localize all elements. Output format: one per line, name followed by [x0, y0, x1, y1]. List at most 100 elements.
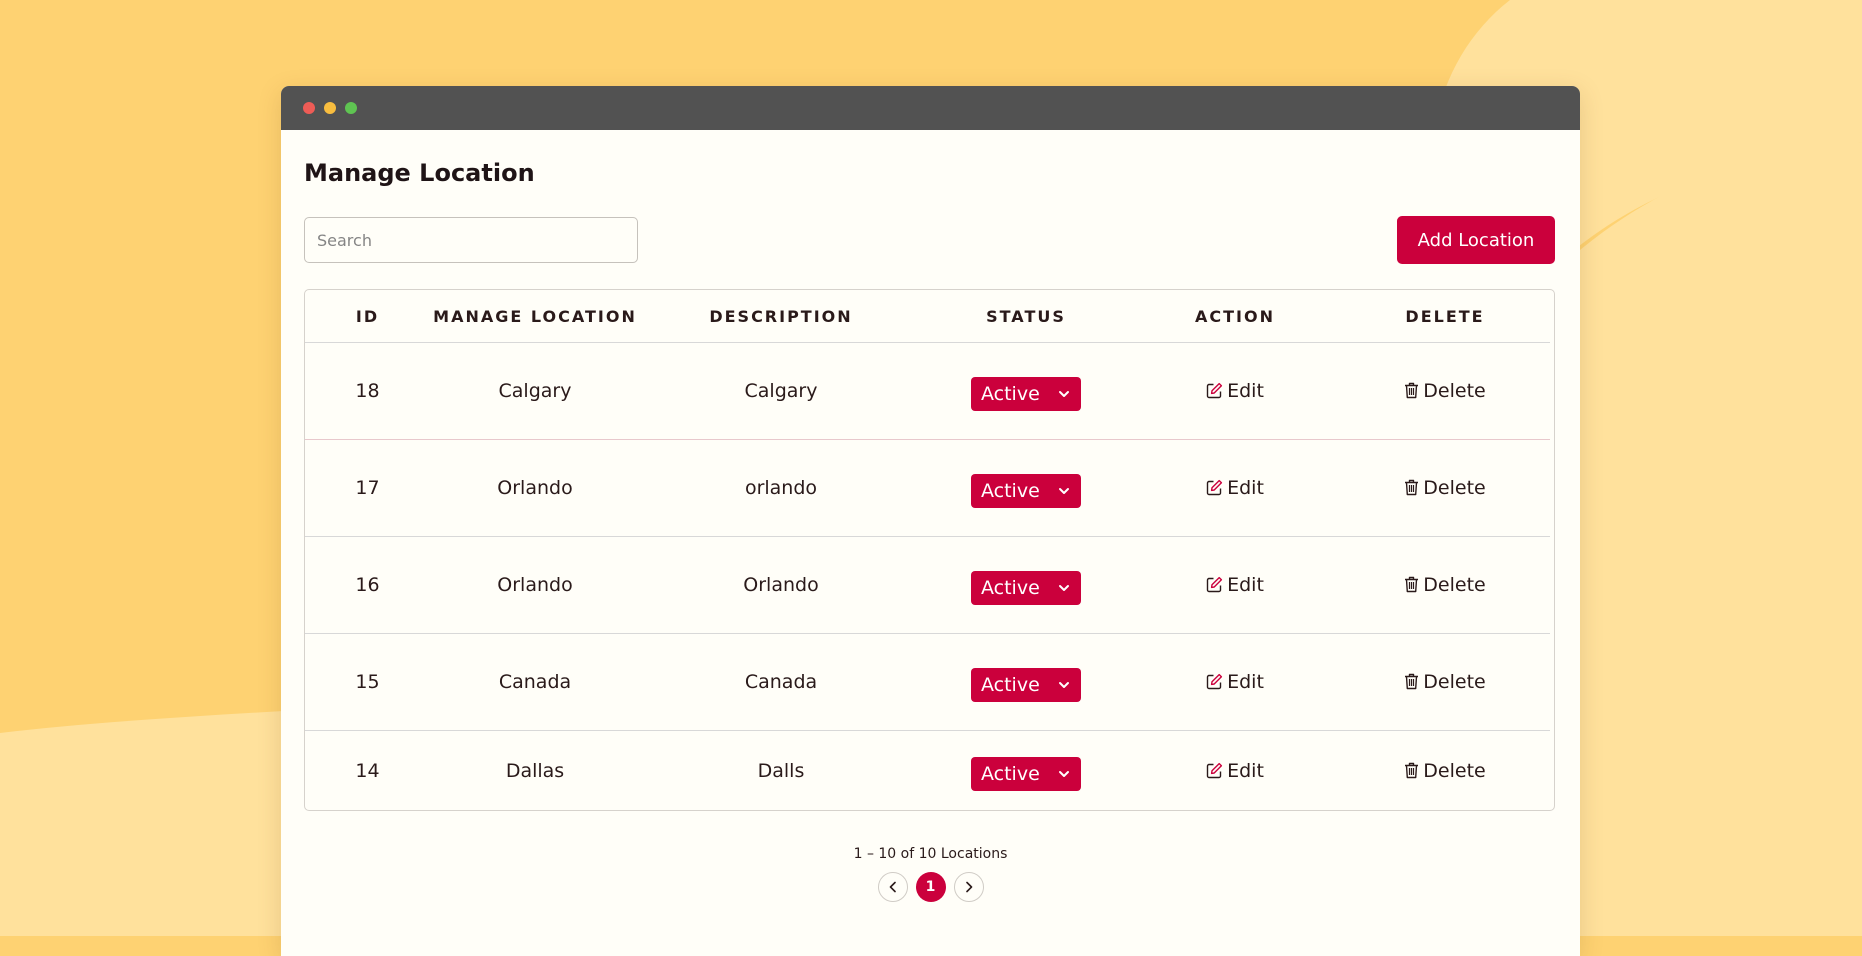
cell-delete: Delete	[1340, 731, 1550, 811]
column-header-action: ACTION	[1130, 290, 1340, 343]
edit-icon	[1206, 383, 1223, 399]
edit-icon	[1206, 480, 1223, 496]
chevron-down-icon	[1059, 585, 1069, 591]
edit-icon	[1206, 577, 1223, 593]
edit-icon	[1206, 674, 1223, 690]
cell-status: Active	[922, 536, 1130, 634]
delete-button[interactable]: Delete	[1404, 759, 1486, 782]
cell-description: Orlando	[640, 536, 922, 634]
cell-id: 17	[305, 439, 430, 537]
cell-action: Edit	[1130, 633, 1340, 731]
maximize-window-dot[interactable]	[345, 102, 357, 114]
table-header-row: ID MANAGE LOCATION DESCRIPTION STATUS AC…	[305, 290, 1550, 343]
edit-label: Edit	[1227, 573, 1264, 596]
status-dropdown[interactable]: Active	[971, 668, 1081, 702]
trash-icon	[1405, 480, 1419, 496]
cell-id: 15	[305, 633, 430, 731]
cell-id: 18	[305, 342, 430, 440]
cell-delete: Delete	[1340, 633, 1550, 731]
cell-location: Calgary	[430, 342, 640, 440]
trash-icon	[1405, 763, 1419, 779]
cell-status: Active	[922, 731, 1130, 811]
cell-status: Active	[922, 342, 1130, 440]
cell-location: Canada	[430, 633, 640, 731]
table-row: 16 Orlando Orlando Active Edit Delete	[305, 536, 1550, 634]
edit-icon	[1206, 763, 1223, 779]
delete-button[interactable]: Delete	[1404, 379, 1486, 402]
status-value: Active	[981, 383, 1040, 405]
trash-icon	[1405, 674, 1419, 690]
delete-button[interactable]: Delete	[1404, 573, 1486, 596]
table-row: 17 Orlando orlando Active Edit Delete	[305, 439, 1550, 537]
cell-action: Edit	[1130, 439, 1340, 537]
edit-label: Edit	[1227, 670, 1264, 693]
chevron-down-icon	[1059, 771, 1069, 777]
edit-button[interactable]: Edit	[1206, 380, 1264, 402]
delete-button[interactable]: Delete	[1404, 670, 1486, 693]
delete-label: Delete	[1423, 573, 1486, 596]
cell-action: Edit	[1130, 536, 1340, 634]
chevron-down-icon	[1059, 391, 1069, 397]
delete-button[interactable]: Delete	[1404, 476, 1486, 499]
add-location-button[interactable]: Add Location	[1397, 216, 1555, 264]
column-header-delete: DELETE	[1340, 290, 1550, 343]
table-row: 15 Canada Canada Active Edit Delete	[305, 633, 1550, 731]
cell-description: Canada	[640, 633, 922, 731]
page-1-button[interactable]: 1	[915, 872, 946, 902]
chevron-down-icon	[1059, 682, 1069, 688]
cell-delete: Delete	[1340, 439, 1550, 537]
column-header-location: MANAGE LOCATION	[430, 290, 640, 343]
cell-description: Calgary	[640, 342, 922, 440]
cell-location: Orlando	[430, 536, 640, 634]
next-page-button[interactable]	[953, 872, 984, 902]
status-value: Active	[981, 763, 1040, 785]
column-header-description: DESCRIPTION	[640, 290, 922, 343]
edit-button[interactable]: Edit	[1206, 477, 1264, 499]
cell-status: Active	[922, 633, 1130, 731]
delete-label: Delete	[1423, 379, 1486, 402]
cell-location: Orlando	[430, 439, 640, 537]
trash-icon	[1405, 383, 1419, 399]
minimize-window-dot[interactable]	[324, 102, 336, 114]
browser-window: Manage Location Add Location ID MANAGE L…	[281, 86, 1580, 956]
locations-table: ID MANAGE LOCATION DESCRIPTION STATUS AC…	[304, 289, 1555, 811]
status-dropdown[interactable]: Active	[971, 571, 1081, 605]
trash-icon	[1405, 577, 1419, 593]
search-input[interactable]	[304, 217, 638, 263]
edit-button[interactable]: Edit	[1206, 574, 1264, 596]
cell-action: Edit	[1130, 731, 1340, 811]
status-dropdown[interactable]: Active	[971, 474, 1081, 508]
chevron-right-icon	[965, 881, 972, 893]
window-titlebar	[281, 86, 1580, 130]
status-dropdown[interactable]: Active	[971, 377, 1081, 411]
edit-label: Edit	[1227, 476, 1264, 499]
cell-description: Dalls	[757, 760, 805, 782]
delete-label: Delete	[1423, 670, 1486, 693]
status-value: Active	[981, 480, 1040, 502]
close-window-dot[interactable]	[303, 102, 315, 114]
chevron-left-icon	[889, 881, 896, 893]
cell-status: Active	[922, 439, 1130, 537]
page-title: Manage Location	[304, 159, 535, 187]
pagination: 1	[281, 872, 1580, 902]
pagination-summary: 1 – 10 of 10 Locations	[853, 846, 1008, 862]
delete-label: Delete	[1423, 476, 1486, 499]
table-row: 14 Dallas Dalls Active Edit Delete	[305, 731, 1550, 811]
edit-label: Edit	[1227, 759, 1264, 782]
edit-button[interactable]: Edit	[1206, 760, 1264, 782]
status-value: Active	[981, 674, 1040, 696]
cell-location: Dallas	[505, 760, 565, 782]
edit-button[interactable]: Edit	[1206, 671, 1264, 693]
cell-delete: Delete	[1340, 342, 1550, 440]
cell-action: Edit	[1130, 342, 1340, 440]
column-header-status: STATUS	[922, 290, 1130, 343]
delete-label: Delete	[1423, 759, 1486, 782]
column-header-id: ID	[305, 290, 430, 343]
edit-label: Edit	[1227, 379, 1264, 402]
prev-page-button[interactable]	[877, 872, 908, 902]
cell-id: 14	[355, 760, 380, 782]
cell-description: orlando	[640, 439, 922, 537]
cell-id: 16	[305, 536, 430, 634]
cell-delete: Delete	[1340, 536, 1550, 634]
status-dropdown[interactable]: Active	[971, 757, 1081, 791]
